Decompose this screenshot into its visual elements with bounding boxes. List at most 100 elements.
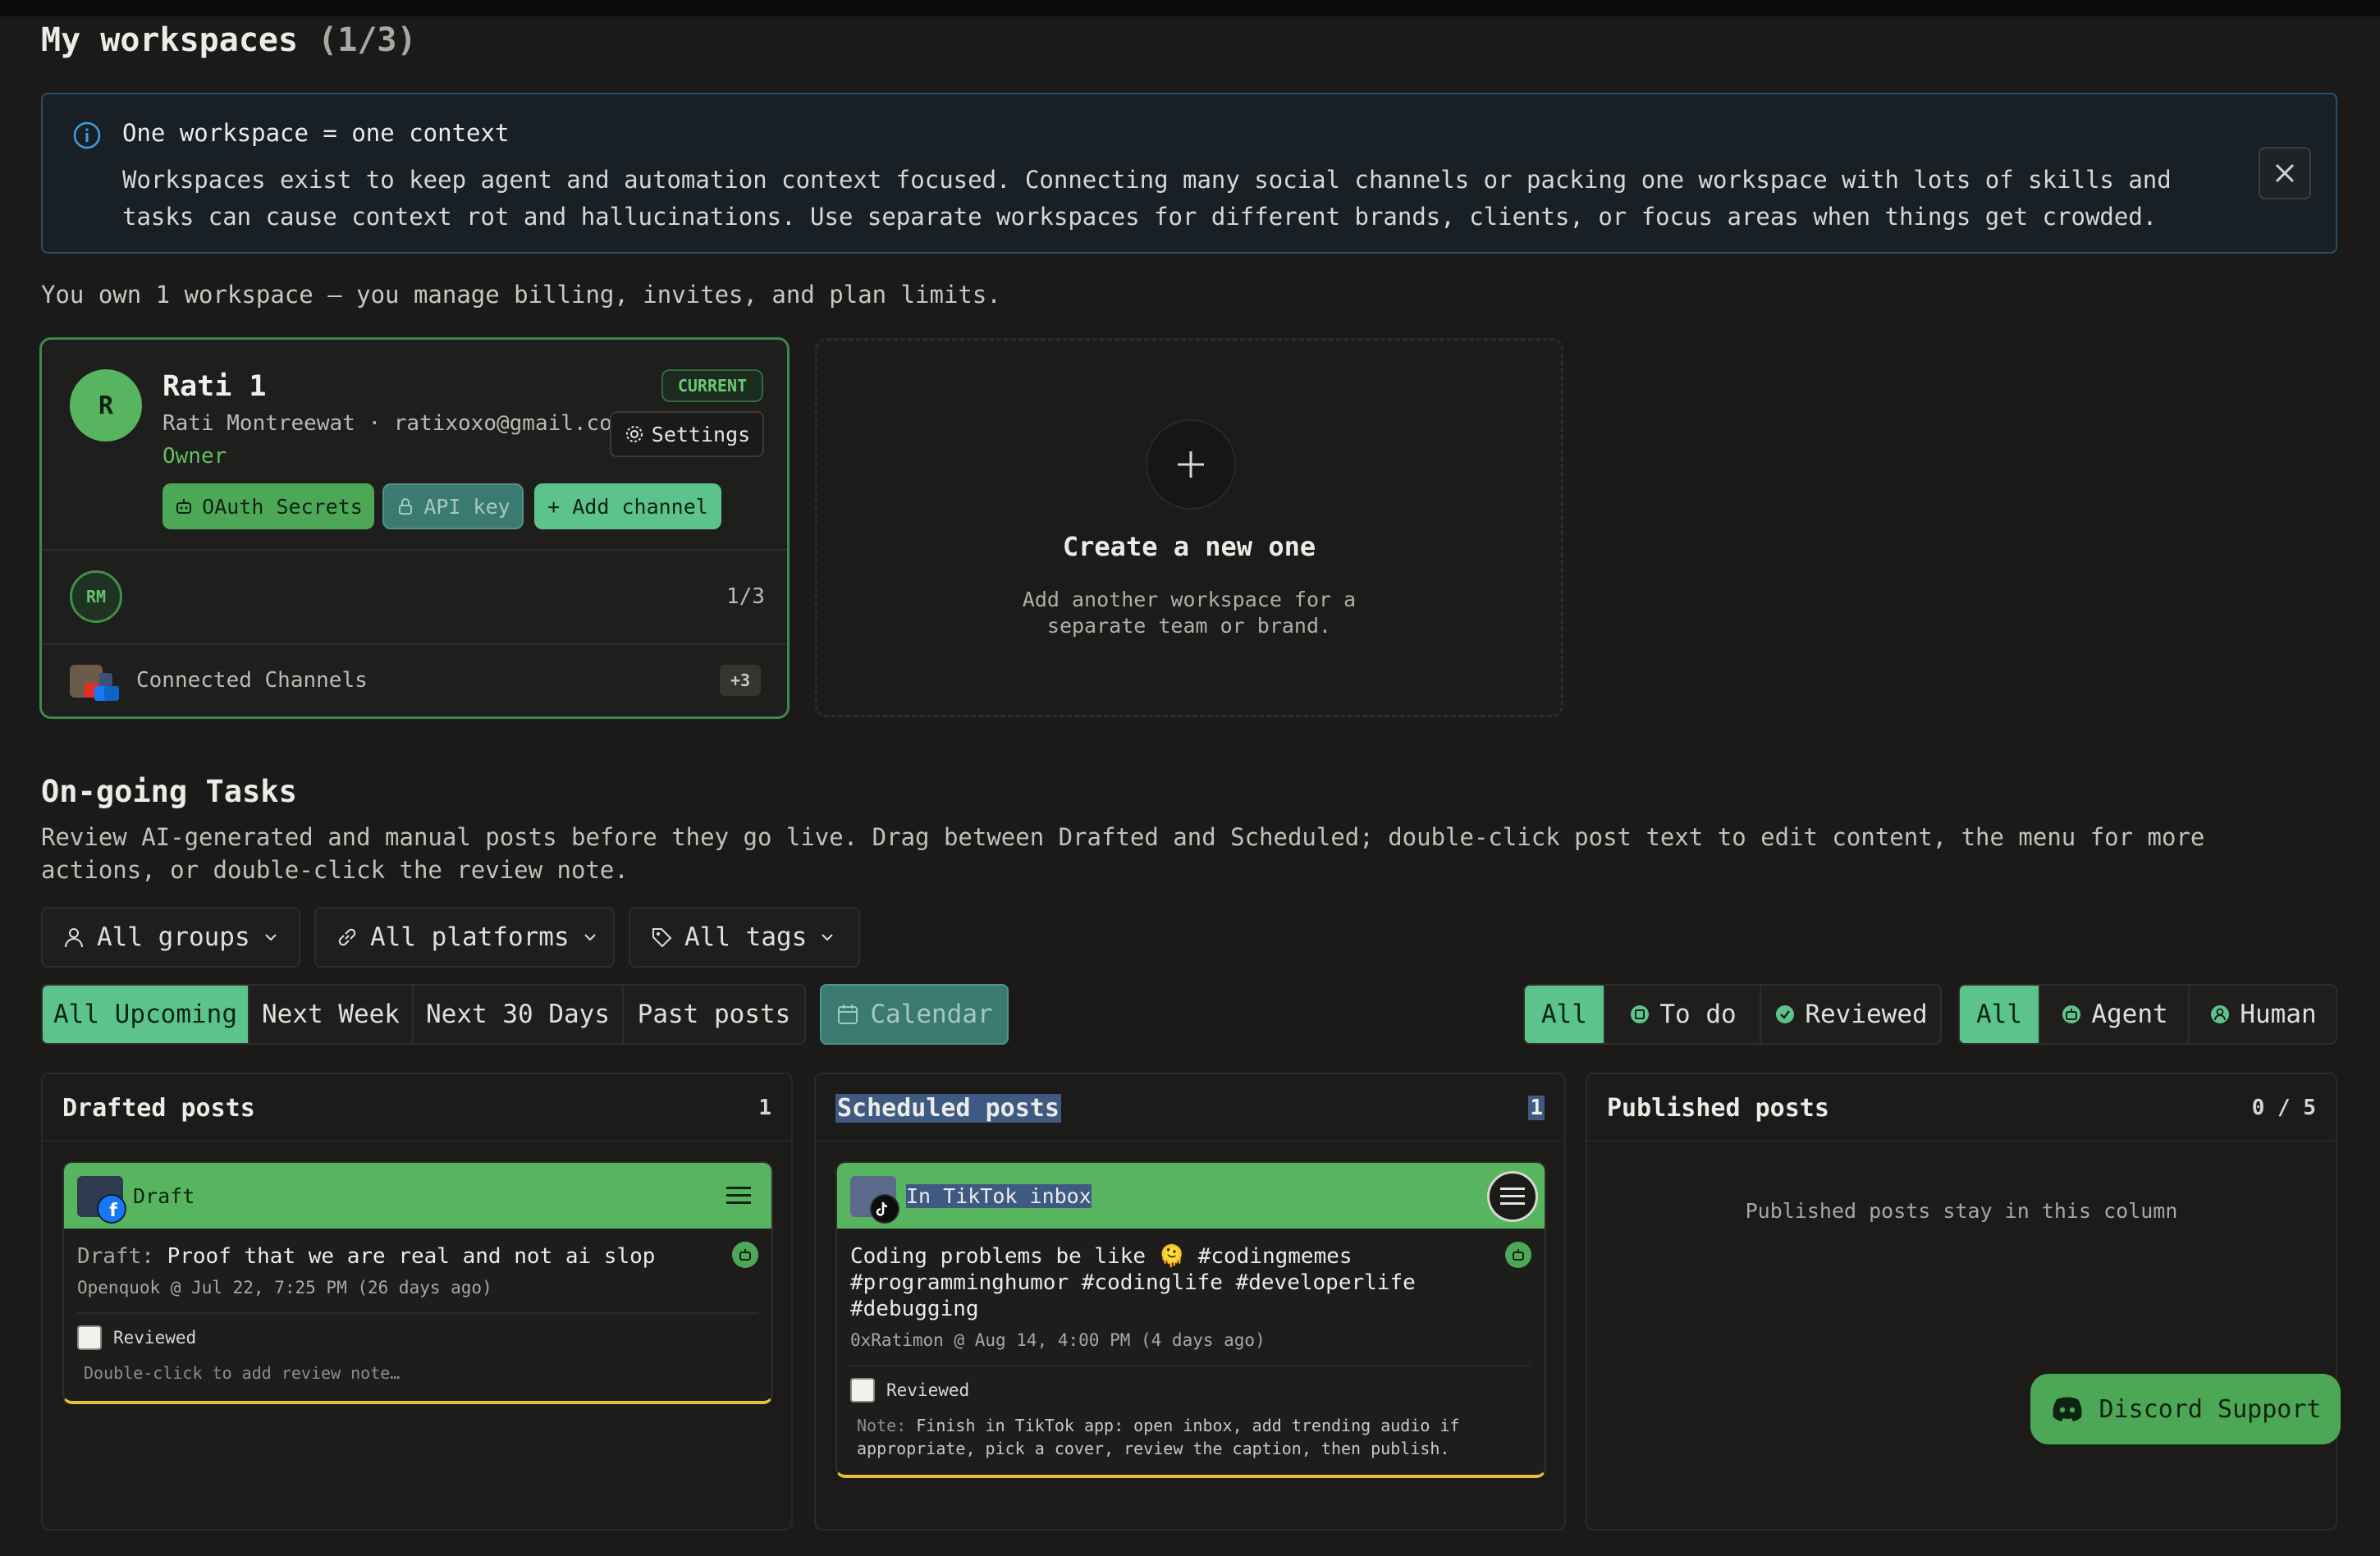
chevron-down-icon [822,934,834,941]
api-key-label: API key [423,494,510,519]
drafted-column: Drafted posts 1 f Draft Draft: Proof tha… [41,1073,793,1531]
close-banner-button[interactable] [2259,147,2311,199]
review-note[interactable]: Double-click to add review note… [64,1350,771,1401]
member-avatar[interactable]: RM [70,570,122,623]
workspace-role: Owner [162,444,227,469]
current-badge: CURRENT [661,369,763,402]
tab-reviewed-label: Reviewed [1805,1000,1928,1029]
review-note[interactable]: Note: Finish in TikTok app: open inbox, … [837,1403,1545,1475]
tab-next-week[interactable]: Next Week [249,986,414,1043]
tags-filter-label: All tags [684,922,808,952]
post-status: Draft [133,1184,195,1208]
reviewed-checkbox[interactable] [77,1325,102,1350]
oauth-secrets-button[interactable]: OAuth Secrets [162,483,374,529]
create-title: Create a new one [1062,531,1316,562]
create-subtitle: Add another workspace for a separate tea… [1022,588,1357,638]
extra-channels-badge: +3 [720,665,761,696]
link-icon [338,928,356,946]
post-card[interactable]: f Draft Draft: Proof that we are real an… [62,1161,773,1404]
workspace-avatar: R [70,369,142,442]
post-meta: Openquok @ Jul 22, 7:25 PM (26 days ago) [77,1278,492,1297]
tab-next-30-days[interactable]: Next 30 Days [414,986,624,1043]
post-content: Proof that we are real and not ai slop [167,1244,656,1269]
ownership-text: You own 1 workspace — you manage billing… [41,281,1001,309]
create-plus-button[interactable] [1146,419,1236,510]
tab-agent[interactable]: Agent [2040,986,2190,1043]
column-title: Scheduled posts [835,1094,1061,1123]
workspace-owner-line: Rati Montreewat · ratixoxo@gmail.com [162,411,625,436]
post-status-text: In TikTok inbox [906,1184,1092,1208]
discord-support-label: Discord Support [2099,1394,2322,1424]
post-text[interactable]: Coding problems be like 🫠 #codingmemes #… [837,1229,1545,1322]
gear-icon [625,426,643,442]
workspace-card[interactable]: R Rati 1 Rati Montreewat · ratixoxo@gmai… [39,337,790,719]
platforms-filter-label: All platforms [370,922,570,952]
robot-icon [2062,1005,2081,1023]
divider [43,1140,791,1142]
note-text: Finish in TikTok app: open inbox, add tr… [857,1416,1460,1458]
reviewed-label: Reviewed [886,1380,970,1400]
settings-button[interactable]: Settings [610,411,764,457]
platforms-filter[interactable]: All platforms [314,907,615,968]
divider [816,1140,1564,1142]
info-banner: One workspace = one context Workspaces e… [41,93,2337,254]
svg-text:f: f [109,1201,117,1221]
post-card[interactable]: In TikTok inbox Coding problems be like … [835,1161,1546,1478]
column-count: 1 [1528,1096,1545,1120]
robot-icon [176,499,192,514]
tab-human-label: Human [2240,1000,2317,1029]
info-title: One workspace = one context [122,119,510,147]
tab-review-all[interactable]: All [1525,986,1605,1043]
close-icon [2275,163,2295,183]
tab-author-all[interactable]: All [1960,986,2040,1043]
tab-past-posts[interactable]: Past posts [624,986,804,1043]
tab-human[interactable]: Human [2190,986,2336,1043]
post-text[interactable]: Draft: Proof that we are real and not ai… [64,1229,771,1270]
menu-icon [1500,1188,1525,1205]
facebook-icon: f [97,1194,126,1224]
add-channel-button[interactable]: + Add channel [534,483,721,529]
member-count: 1/3 [726,584,765,609]
author-tabs: All Agent Human [1958,984,2337,1045]
post-card-header: In TikTok inbox [837,1163,1545,1229]
tiktok-icon [870,1194,899,1224]
workspace-count: (1/3) [318,21,417,59]
chevron-down-icon [584,934,596,941]
reviewed-checkbox[interactable] [850,1378,875,1403]
column-title-text: Scheduled posts [835,1094,1061,1123]
groups-filter[interactable]: All groups [41,907,300,968]
reviewed-row: Reviewed [64,1314,771,1350]
scheduled-column: Scheduled posts 1 In TikTok inbox Coding… [814,1073,1566,1531]
discord-support-button[interactable]: Discord Support [2030,1374,2341,1444]
calendar-button[interactable]: Calendar [820,984,1009,1045]
post-status: In TikTok inbox [906,1184,1092,1208]
groups-filter-label: All groups [97,922,250,952]
review-status-tabs: All To do Reviewed [1523,984,1942,1045]
robot-icon [1505,1242,1531,1268]
post-prefix: Draft: [77,1244,154,1269]
human-icon [2211,1005,2230,1023]
column-count: 1 [758,1096,771,1120]
tab-to-do[interactable]: To do [1605,986,1761,1043]
settings-label: Settings [651,422,751,446]
post-menu-button[interactable] [722,1179,755,1212]
column-title: Published posts [1607,1094,1829,1123]
post-menu-button[interactable] [1487,1171,1538,1222]
robot-icon [732,1242,758,1268]
post-meta: 0xRatimon @ Aug 14, 4:00 PM (4 days ago) [850,1330,1266,1350]
tag-icon [652,928,672,948]
reviewed-label: Reviewed [113,1328,197,1348]
page-title-text: My workspaces [41,21,299,59]
create-workspace-card[interactable]: Create a new one Add another workspace f… [815,338,1563,717]
tab-agent-label: Agent [2091,1000,2168,1029]
calendar-icon [838,1005,858,1024]
connected-channels-label[interactable]: Connected Channels [136,668,368,693]
api-key-button[interactable]: API key [382,483,524,529]
top-bar [0,0,2380,16]
column-title: Drafted posts [62,1094,255,1123]
tab-reviewed[interactable]: Reviewed [1761,986,1940,1043]
tab-all-upcoming[interactable]: All Upcoming [43,986,249,1043]
workspace-name: Rati 1 [162,370,267,403]
divider [1587,1140,2336,1142]
tags-filter[interactable]: All tags [629,907,860,968]
